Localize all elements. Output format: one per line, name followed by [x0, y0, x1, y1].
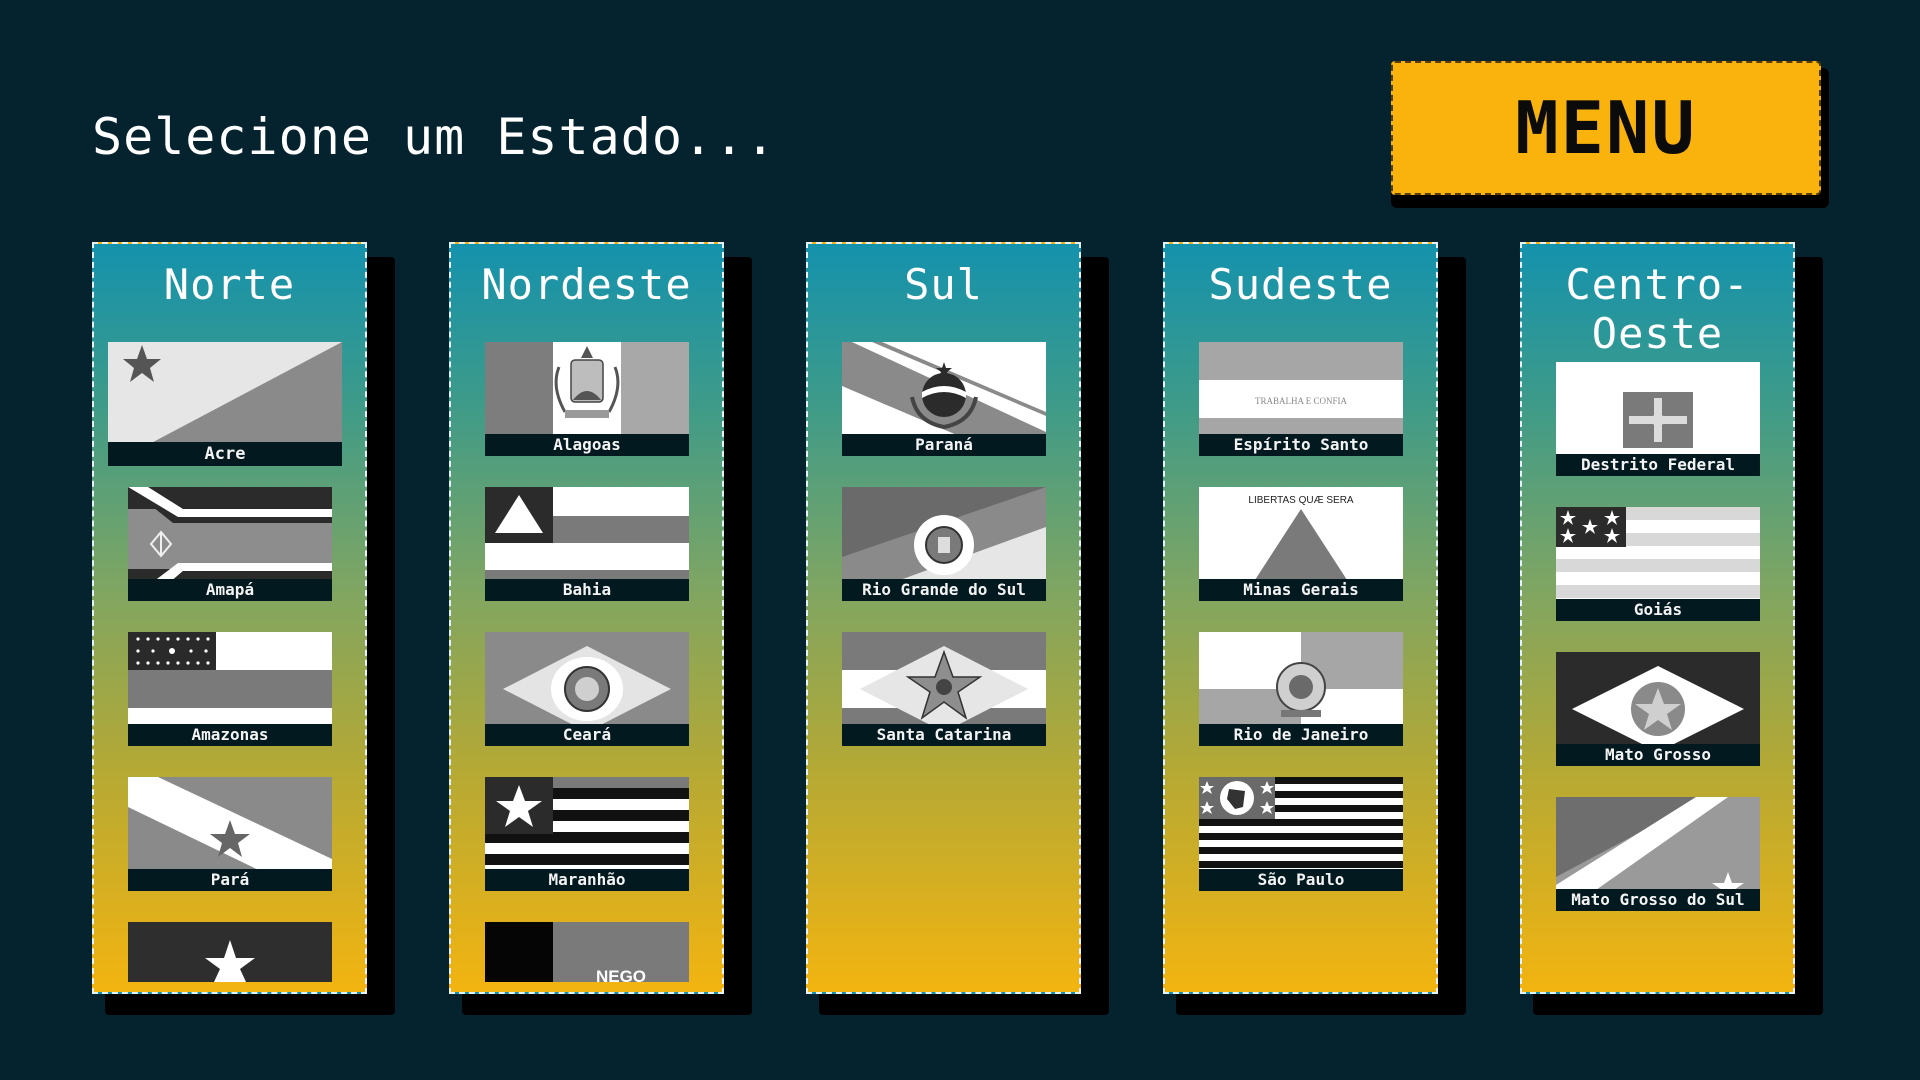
state-label: Ceará [485, 724, 689, 746]
state-card-alagoas[interactable]: Alagoas [485, 342, 689, 456]
menu-button[interactable]: MENU [1391, 61, 1821, 195]
state-label: Mato Grosso [1556, 744, 1760, 766]
state-card-santa-catarina[interactable]: Santa Catarina [842, 632, 1046, 746]
region-title: Sudeste [1208, 260, 1393, 309]
state-card-partial[interactable]: NEGO [485, 922, 689, 982]
region-title: Norte [163, 260, 296, 309]
roraima-partial-flag-icon [128, 922, 332, 982]
state-card-parana[interactable]: Paraná [842, 342, 1046, 456]
state-card-mato-grosso-do-sul[interactable]: Mato Grosso do Sul [1556, 797, 1760, 911]
flag-text: TRABALHA E CONFIA [1255, 396, 1348, 406]
region-sul: Sul Paraná Rio Grande do Sul Santa Catar… [806, 242, 1081, 994]
state-card-acre[interactable]: Acre [108, 342, 342, 466]
state-card-rio-grande-do-sul[interactable]: Rio Grande do Sul [842, 487, 1046, 601]
region-title: Sul [904, 260, 983, 309]
region-sudeste: Sudeste TRABALHA E CONFIA Espírito Santo… [1163, 242, 1438, 994]
state-label: Espírito Santo [1199, 434, 1403, 456]
state-card-partial[interactable] [128, 922, 332, 982]
state-label: Goiás [1556, 599, 1760, 621]
state-card-maranhao[interactable]: Maranhão [485, 777, 689, 891]
state-label: Pará [128, 869, 332, 891]
state-label: Rio Grande do Sul [842, 579, 1046, 601]
state-label: Amazonas [128, 724, 332, 746]
state-card-minas-gerais[interactable]: LIBERTAS QUÆ SERA Minas Gerais [1199, 487, 1403, 601]
page-title: Selecione um Estado... [92, 108, 777, 166]
region-title: Nordeste [481, 260, 692, 309]
region-nordeste: Nordeste Alagoas Bahia Ceará Maranhão NE… [449, 242, 724, 994]
state-card-mato-grosso[interactable]: Mato Grosso [1556, 652, 1760, 766]
region-centro-oeste: Centro- Oeste Destrito Federal Goiás Mat… [1520, 242, 1795, 994]
state-card-sao-paulo[interactable]: São Paulo [1199, 777, 1403, 891]
state-label: Santa Catarina [842, 724, 1046, 746]
state-label: Alagoas [485, 434, 689, 456]
flag-text: NEGO [596, 967, 646, 982]
state-label: Minas Gerais [1199, 579, 1403, 601]
state-card-distrito-federal[interactable]: Destrito Federal [1556, 362, 1760, 476]
state-card-espirito-santo[interactable]: TRABALHA E CONFIA Espírito Santo [1199, 342, 1403, 456]
state-card-amapa[interactable]: Amapá [128, 487, 332, 601]
state-label: Amapá [128, 579, 332, 601]
state-label: Maranhão [485, 869, 689, 891]
state-label: São Paulo [1199, 869, 1403, 891]
state-card-amazonas[interactable]: Amazonas [128, 632, 332, 746]
state-label: Bahia [485, 579, 689, 601]
flag-text: LIBERTAS QUÆ SERA [1248, 495, 1354, 506]
region-title: Centro- Oeste [1565, 260, 1750, 358]
state-label: Acre [108, 442, 342, 466]
state-card-para[interactable]: Pará [128, 777, 332, 891]
paraiba-partial-flag-icon: NEGO [485, 922, 689, 982]
state-label: Destrito Federal [1556, 454, 1760, 476]
state-label: Rio de Janeiro [1199, 724, 1403, 746]
state-label: Mato Grosso do Sul [1556, 889, 1760, 911]
state-label: Paraná [842, 434, 1046, 456]
state-card-goias[interactable]: Goiás [1556, 507, 1760, 621]
state-card-ceara[interactable]: Ceará [485, 632, 689, 746]
state-card-rio-de-janeiro[interactable]: Rio de Janeiro [1199, 632, 1403, 746]
state-card-bahia[interactable]: Bahia [485, 487, 689, 601]
region-norte: Norte Acre Amapá Amazonas Pará [92, 242, 367, 994]
